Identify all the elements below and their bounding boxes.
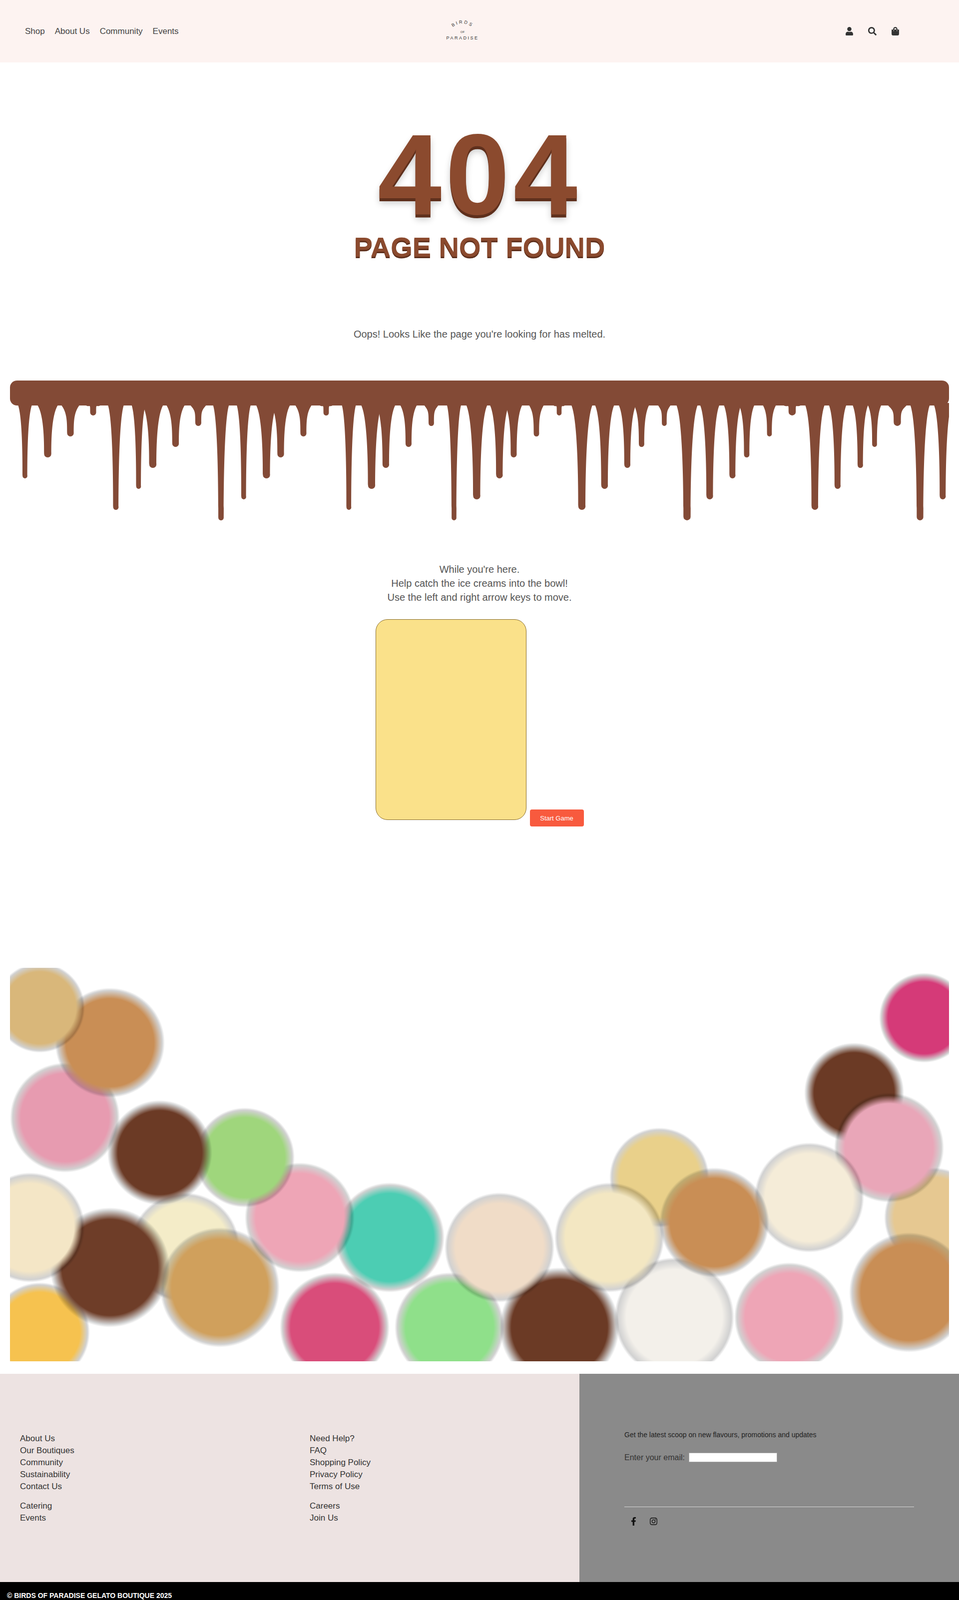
ice-cream-photo bbox=[9, 967, 950, 1362]
footer-link[interactable]: Need Help? bbox=[309, 1433, 580, 1445]
chocolate-drip-icon bbox=[9, 380, 950, 526]
site-header: Shop About Us Community Events BIRDS OFPARADI… bbox=[0, 0, 959, 63]
footer-link[interactable]: Join Us bbox=[309, 1512, 580, 1525]
newsletter-text: Get the latest scoop on new flavours, pr… bbox=[624, 1430, 915, 1440]
account-icon[interactable] bbox=[844, 26, 855, 37]
brand-logo[interactable]: BIRDS OFPARADISE bbox=[440, 17, 485, 46]
nav-link[interactable]: Events bbox=[152, 26, 179, 37]
footer-link-group: CateringEvents bbox=[19, 1500, 310, 1525]
copyright-text: © BIRDS OF PARADISE GELATO BOUTIQUE 2025 bbox=[6, 1591, 172, 1600]
error-message: Oops! Looks Like the page you're looking… bbox=[0, 326, 959, 342]
footer-column: About UsOur BoutiquesCommunitySustainabi… bbox=[19, 1433, 310, 1525]
email-input[interactable] bbox=[688, 1452, 778, 1463]
footer-link[interactable]: Our Boutiques bbox=[19, 1444, 310, 1457]
footer-link[interactable]: Privacy Policy bbox=[309, 1468, 580, 1481]
main-nav: Shop About Us Community Events bbox=[24, 26, 441, 37]
footer-divider bbox=[624, 1506, 915, 1508]
footer-link[interactable]: Careers bbox=[309, 1500, 580, 1513]
instagram-icon[interactable] bbox=[648, 1516, 659, 1527]
error-code: 404 bbox=[377, 129, 582, 220]
footer-links: About UsOur BoutiquesCommunitySustainabi… bbox=[0, 1374, 580, 1583]
footer-link[interactable]: Sustainability bbox=[19, 1468, 310, 1481]
game-instructions: While you're here.Help catch the ice cre… bbox=[0, 562, 959, 605]
facebook-icon[interactable] bbox=[628, 1516, 639, 1527]
instruction-line: While you're here. bbox=[439, 562, 520, 577]
instruction-line: Help catch the ice creams into the bowl! bbox=[391, 576, 568, 591]
footer-link-group: Need Help?FAQShopping PolicyPrivacy Poli… bbox=[309, 1433, 580, 1493]
copyright-bar: © BIRDS OF PARADISE GELATO BOUTIQUE 2025 bbox=[0, 1582, 959, 1600]
nav-link[interactable]: Shop bbox=[24, 26, 45, 37]
game-canvas[interactable] bbox=[375, 619, 527, 821]
social-links bbox=[624, 1516, 915, 1527]
nav-link[interactable]: About Us bbox=[54, 26, 90, 37]
nav-link[interactable]: Community bbox=[99, 26, 143, 37]
footer-link[interactable]: Events bbox=[19, 1512, 310, 1525]
footer-link[interactable]: FAQ bbox=[309, 1444, 580, 1457]
header-actions bbox=[484, 26, 901, 37]
svg-text:BIRDS: BIRDS bbox=[450, 18, 475, 28]
footer-link[interactable]: About Us bbox=[19, 1433, 310, 1445]
footer-link[interactable]: Contact Us bbox=[19, 1480, 310, 1493]
footer-link-group: CareersJoin Us bbox=[309, 1500, 580, 1525]
footer-column: Need Help?FAQShopping PolicyPrivacy Poli… bbox=[309, 1433, 580, 1525]
footer-link[interactable]: Terms of Use bbox=[309, 1480, 580, 1493]
error-title: PAGE NOT FOUND bbox=[354, 229, 606, 265]
footer-link-group: About UsOur BoutiquesCommunitySustainabi… bbox=[19, 1433, 310, 1493]
newsletter: Get the latest scoop on new flavours, pr… bbox=[579, 1374, 959, 1583]
svg-text:OF: OF bbox=[460, 30, 466, 34]
search-icon[interactable] bbox=[867, 26, 878, 37]
cart-bag-icon[interactable] bbox=[890, 26, 901, 37]
site-footer: About UsOur BoutiquesCommunitySustainabi… bbox=[0, 1374, 959, 1583]
footer-link[interactable]: Community bbox=[19, 1456, 310, 1469]
instruction-line: Use the left and right arrow keys to mov… bbox=[387, 590, 572, 605]
svg-text:PARADISE: PARADISE bbox=[446, 35, 480, 41]
footer-link[interactable]: Shopping Policy bbox=[309, 1456, 580, 1469]
start-game-button[interactable]: Start Game bbox=[529, 809, 584, 827]
page: Shop About Us Community Events BIRDS OFPARADI… bbox=[0, 0, 959, 1600]
error-hero: 404 PAGE NOT FOUND bbox=[0, 129, 959, 265]
footer-link[interactable]: Catering bbox=[19, 1500, 310, 1513]
game-area: Start Game bbox=[0, 619, 959, 827]
email-field: Enter your email: bbox=[624, 1452, 915, 1463]
